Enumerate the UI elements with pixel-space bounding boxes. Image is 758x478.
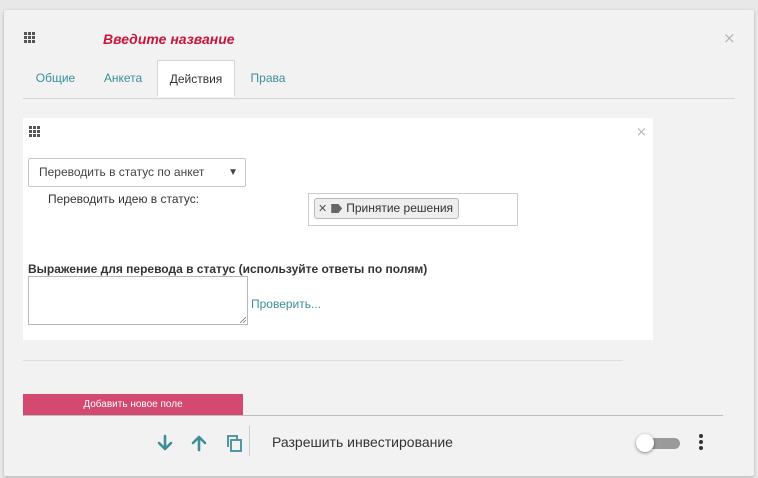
check-expression-link[interactable]: Проверить... <box>251 297 321 311</box>
status-tag-input[interactable]: ✕ Принятие решения <box>308 193 518 226</box>
expression-label: Выражение для перевода в статус (использ… <box>28 262 428 276</box>
close-icon[interactable]: × <box>636 126 647 139</box>
action-panel: × Переводить в статус по анкет ▼ Перевод… <box>23 118 653 340</box>
expression-textarea[interactable] <box>28 276 248 325</box>
tag-icon <box>331 204 343 213</box>
form-title[interactable]: Введите название <box>103 31 235 47</box>
arrow-down-icon[interactable] <box>155 433 175 453</box>
close-icon[interactable]: × <box>723 31 736 46</box>
tab-rights[interactable]: Права <box>237 60 299 97</box>
tab-questionnaire[interactable]: Анкета <box>90 60 156 97</box>
divider <box>23 360 623 361</box>
copy-icon[interactable] <box>224 433 244 453</box>
action-type-select[interactable]: Переводить в статус по анкет ▼ <box>28 158 246 187</box>
footer-separator <box>249 426 250 456</box>
resize-handle-icon[interactable] <box>239 316 246 323</box>
footer-divider <box>23 415 723 416</box>
drag-handle-icon[interactable] <box>24 32 35 43</box>
status-tag: ✕ Принятие решения <box>314 198 460 219</box>
drag-handle-icon[interactable] <box>29 126 40 137</box>
tab-general[interactable]: Общие <box>23 60 88 97</box>
action-type-value: Переводить в статус по анкет <box>39 165 205 179</box>
add-field-button[interactable]: Добавить новое поле <box>23 394 243 415</box>
tab-bar: Общие Анкета Действия Права <box>23 60 735 99</box>
remove-tag-icon[interactable]: ✕ <box>318 203 327 215</box>
status-label: Переводить идею в статус: <box>48 192 200 206</box>
chevron-down-icon: ▼ <box>228 167 238 178</box>
allow-investing-label: Разрешить инвестирование <box>272 434 453 450</box>
status-tag-label: Принятие решения <box>346 201 454 215</box>
form-card: Введите название × Общие Анкета Действия… <box>4 10 754 476</box>
allow-investing-toggle[interactable] <box>636 434 682 452</box>
more-vert-icon[interactable] <box>698 433 704 453</box>
arrow-up-icon[interactable] <box>189 433 209 453</box>
tab-actions[interactable]: Действия <box>157 60 235 97</box>
